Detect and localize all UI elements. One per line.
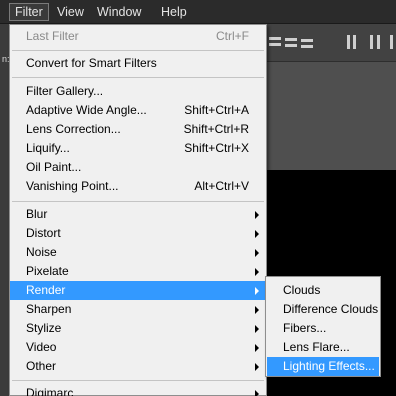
align-horizontal-centers-icon[interactable] <box>368 33 382 53</box>
menu-item-render[interactable]: Render <box>10 281 266 300</box>
menu-item-liquify[interactable]: Liquify... Shift+Ctrl+X <box>10 139 266 158</box>
menu-bar: Filter View Window Help <box>0 0 396 24</box>
menubar-window[interactable]: Window <box>92 3 146 21</box>
menu-item-label: Convert for Smart Filters <box>26 56 157 70</box>
submenu-arrow-icon <box>255 344 259 352</box>
align-top-edges-icon[interactable] <box>268 33 282 53</box>
menu-item-shortcut: Shift+Ctrl+X <box>184 141 249 155</box>
menu-item-blur[interactable]: Blur <box>10 205 266 224</box>
menu-item-label: Sharpen <box>26 302 72 316</box>
menu-item-lens-correction[interactable]: Lens Correction... Shift+Ctrl+R <box>10 120 266 139</box>
menu-item-shortcut: Shift+Ctrl+R <box>183 122 249 136</box>
submenu-item-fibers[interactable]: Fibers... <box>267 319 379 338</box>
menu-item-filter-gallery[interactable]: Filter Gallery... <box>10 82 266 101</box>
menu-item-last-filter[interactable]: Last Filter Ctrl+F <box>10 27 266 46</box>
submenu-item-lens-flare[interactable]: Lens Flare... <box>267 338 379 357</box>
align-left-edges-icon[interactable] <box>344 33 358 53</box>
menu-item-label: Pixelate <box>26 264 69 278</box>
menu-item-label: Stylize <box>26 321 62 335</box>
menu-item-video[interactable]: Video <box>10 338 266 357</box>
menu-item-label: Lens Correction... <box>26 122 121 136</box>
menu-item-digimarc[interactable]: Digimarc <box>10 384 266 396</box>
options-bar-left-edge: n: <box>0 24 10 396</box>
menubar-view[interactable]: View <box>52 3 89 21</box>
menu-item-distort[interactable]: Distort <box>10 224 266 243</box>
menu-item-label: Video <box>26 340 57 354</box>
align-bottom-edges-icon[interactable] <box>300 33 314 53</box>
menu-item-label: Blur <box>26 207 48 221</box>
menu-item-label: Noise <box>26 245 57 259</box>
menu-item-sharpen[interactable]: Sharpen <box>10 300 266 319</box>
submenu-arrow-icon <box>255 268 259 276</box>
menu-item-label: Digimarc <box>26 386 74 396</box>
menu-item-label: Vanishing Point... <box>26 179 119 193</box>
menu-item-convert-for-smart-filters[interactable]: Convert for Smart Filters <box>10 54 266 73</box>
submenu-item-label: Clouds <box>283 283 321 297</box>
menu-item-label: Liquify... <box>26 141 70 155</box>
menu-item-label: Last Filter <box>26 29 79 43</box>
canvas-edge <box>381 276 396 377</box>
menu-separator <box>12 380 264 381</box>
menu-item-shortcut: Shift+Ctrl+A <box>184 103 249 117</box>
menu-item-stylize[interactable]: Stylize <box>10 319 266 338</box>
menu-item-other[interactable]: Other <box>10 357 266 376</box>
menu-item-pixelate[interactable]: Pixelate <box>10 262 266 281</box>
submenu-item-label: Difference Clouds <box>283 302 379 316</box>
submenu-arrow-icon <box>255 306 259 314</box>
menu-item-oil-paint[interactable]: Oil Paint... <box>10 158 266 177</box>
menu-item-adaptive-wide-angle[interactable]: Adaptive Wide Angle... Shift+Ctrl+A <box>10 101 266 120</box>
menu-item-noise[interactable]: Noise <box>10 243 266 262</box>
menu-item-shortcut: Alt+Ctrl+V <box>194 179 249 193</box>
submenu-arrow-icon <box>255 230 259 238</box>
filter-menu: Last Filter Ctrl+F Convert for Smart Fil… <box>9 24 267 396</box>
submenu-item-label: Lens Flare... <box>283 340 350 354</box>
menu-separator <box>12 77 264 78</box>
align-right-edges-icon[interactable] <box>386 33 396 53</box>
menu-item-label: Distort <box>26 226 61 240</box>
render-submenu: Clouds Difference Clouds Fibers... Lens … <box>265 276 381 377</box>
submenu-arrow-icon <box>255 325 259 333</box>
submenu-arrow-icon <box>255 287 259 295</box>
submenu-item-clouds[interactable]: Clouds <box>267 281 379 300</box>
menu-item-label: Oil Paint... <box>26 160 82 174</box>
menubar-filter[interactable]: Filter <box>9 3 49 21</box>
menu-item-label: Filter Gallery... <box>26 84 104 98</box>
submenu-arrow-icon <box>255 363 259 371</box>
menu-item-vanishing-point[interactable]: Vanishing Point... Alt+Ctrl+V <box>10 177 266 196</box>
submenu-item-lighting-effects[interactable]: Lighting Effects... <box>267 357 379 376</box>
menu-item-label: Other <box>26 359 57 373</box>
menu-separator <box>12 201 264 202</box>
submenu-item-difference-clouds[interactable]: Difference Clouds <box>267 300 379 319</box>
submenu-item-label: Lighting Effects... <box>283 359 375 373</box>
submenu-arrow-icon <box>255 390 259 396</box>
menu-item-label: Render <box>26 283 66 297</box>
menu-item-label: Adaptive Wide Angle... <box>26 103 147 117</box>
submenu-item-label: Fibers... <box>283 321 327 335</box>
menu-separator <box>12 50 264 51</box>
submenu-arrow-icon <box>255 249 259 257</box>
submenu-arrow-icon <box>255 211 259 219</box>
align-vertical-centers-icon[interactable] <box>284 33 298 53</box>
menu-item-shortcut: Ctrl+F <box>216 29 249 43</box>
menubar-help[interactable]: Help <box>156 3 192 21</box>
